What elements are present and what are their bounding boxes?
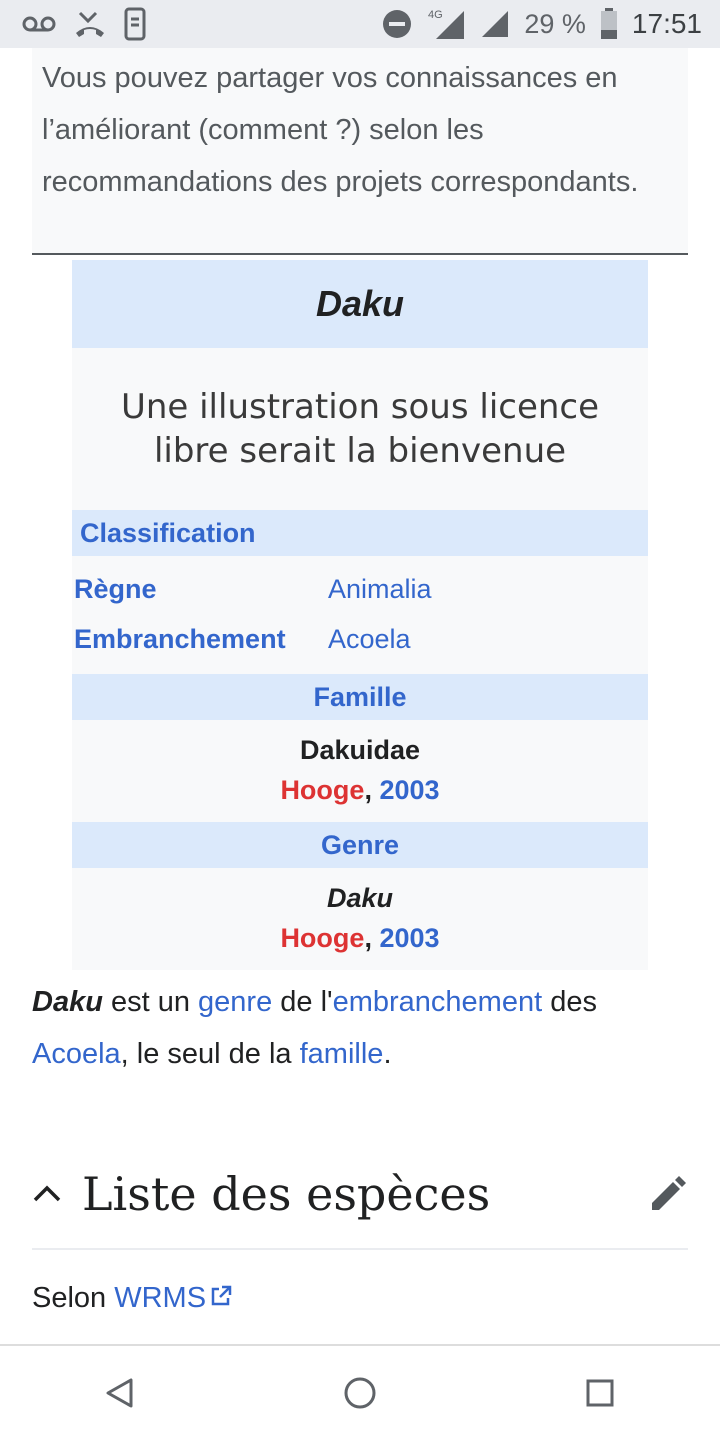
wrms-link[interactable]: WRMS	[114, 1282, 206, 1314]
intro-paragraph: Daku est un genre de l'embranchement des…	[32, 976, 688, 1080]
image-placeholder-line1: Une illustration sous licence	[120, 387, 600, 427]
link-genre[interactable]: genre	[198, 986, 272, 1018]
network-type-label: 4G	[428, 9, 443, 21]
notice-text: Vous pouvez partager vos connaissances e…	[42, 62, 639, 198]
family-authority: Hooge, 2003	[72, 770, 648, 810]
genus-year-link[interactable]: 2003	[379, 923, 439, 953]
family-name: Dakuidae	[299, 735, 421, 765]
missed-call-icon	[74, 9, 106, 39]
text-4: , le seul de la	[120, 1038, 300, 1070]
source-prefix: Selon	[32, 1282, 115, 1314]
genus-authority: Hooge, 2003	[72, 918, 648, 958]
status-system: 4G 29 % 17:51	[382, 7, 720, 41]
status-notifications	[0, 7, 146, 41]
family-author-link[interactable]: Hooge	[280, 775, 364, 805]
pencil-icon[interactable]	[648, 1174, 688, 1214]
regne-label[interactable]: Règne	[72, 574, 328, 605]
link-embranchement[interactable]: embranchement	[333, 986, 543, 1018]
row-embranchement: Embranchement Acoela	[72, 614, 648, 664]
classification-header[interactable]: Classification	[72, 510, 648, 556]
link-acoela[interactable]: Acoela	[32, 1038, 121, 1070]
signal-icon	[480, 9, 510, 39]
text-2: de l'	[272, 986, 333, 1018]
back-icon[interactable]	[90, 1363, 150, 1423]
phone-vibrate-icon	[124, 7, 146, 41]
battery-percent: 29 %	[524, 8, 586, 39]
family-year-link[interactable]: 2003	[379, 775, 439, 805]
subject-name: Daku	[32, 986, 103, 1018]
embranchement-value[interactable]: Acoela	[328, 624, 411, 655]
genus-block: Daku Hooge, 2003	[72, 868, 648, 970]
text-3: des	[542, 986, 597, 1018]
taxobox-title: Daku	[72, 260, 648, 348]
external-link-icon	[210, 1282, 232, 1315]
classification-rows: Règne Animalia Embranchement Acoela	[72, 556, 648, 674]
family-header[interactable]: Famille	[72, 674, 648, 720]
text-5: .	[383, 1038, 392, 1070]
section-title: Liste des espèces	[82, 1167, 491, 1221]
source-line: Selon WRMS	[32, 1282, 232, 1315]
android-nav-bar	[0, 1344, 720, 1440]
embranchement-label[interactable]: Embranchement	[72, 624, 328, 655]
taxobox: Daku Une illustration sous licence libre…	[72, 260, 648, 970]
row-regne: Règne Animalia	[72, 564, 648, 614]
link-famille[interactable]: famille	[300, 1038, 384, 1070]
image-placeholder[interactable]: Une illustration sous licence libre sera…	[72, 348, 648, 510]
genus-name: Daku	[326, 883, 394, 913]
text-1: est un	[102, 986, 199, 1018]
genus-author-link[interactable]: Hooge	[280, 923, 364, 953]
family-block: Dakuidae Hooge, 2003	[72, 720, 648, 822]
improvement-notice: Vous pouvez partager vos connaissances e…	[32, 48, 688, 255]
genus-sep: ,	[364, 923, 372, 953]
clock: 17:51	[631, 8, 702, 39]
family-sep: ,	[364, 775, 372, 805]
status-bar: 4G 29 % 17:51	[0, 0, 720, 48]
recents-icon[interactable]	[570, 1363, 630, 1423]
chevron-up-icon[interactable]	[32, 1184, 62, 1204]
regne-value[interactable]: Animalia	[328, 574, 432, 605]
image-placeholder-line2: libre serait la bienvenue	[153, 431, 567, 471]
do-not-disturb-icon	[382, 9, 412, 39]
signal-4g-icon: 4G	[426, 7, 466, 41]
battery-icon	[600, 8, 618, 40]
section-header-species[interactable]: Liste des espèces	[32, 1140, 688, 1250]
genus-header[interactable]: Genre	[72, 822, 648, 868]
voicemail-icon	[22, 14, 56, 34]
home-icon[interactable]	[330, 1363, 390, 1423]
